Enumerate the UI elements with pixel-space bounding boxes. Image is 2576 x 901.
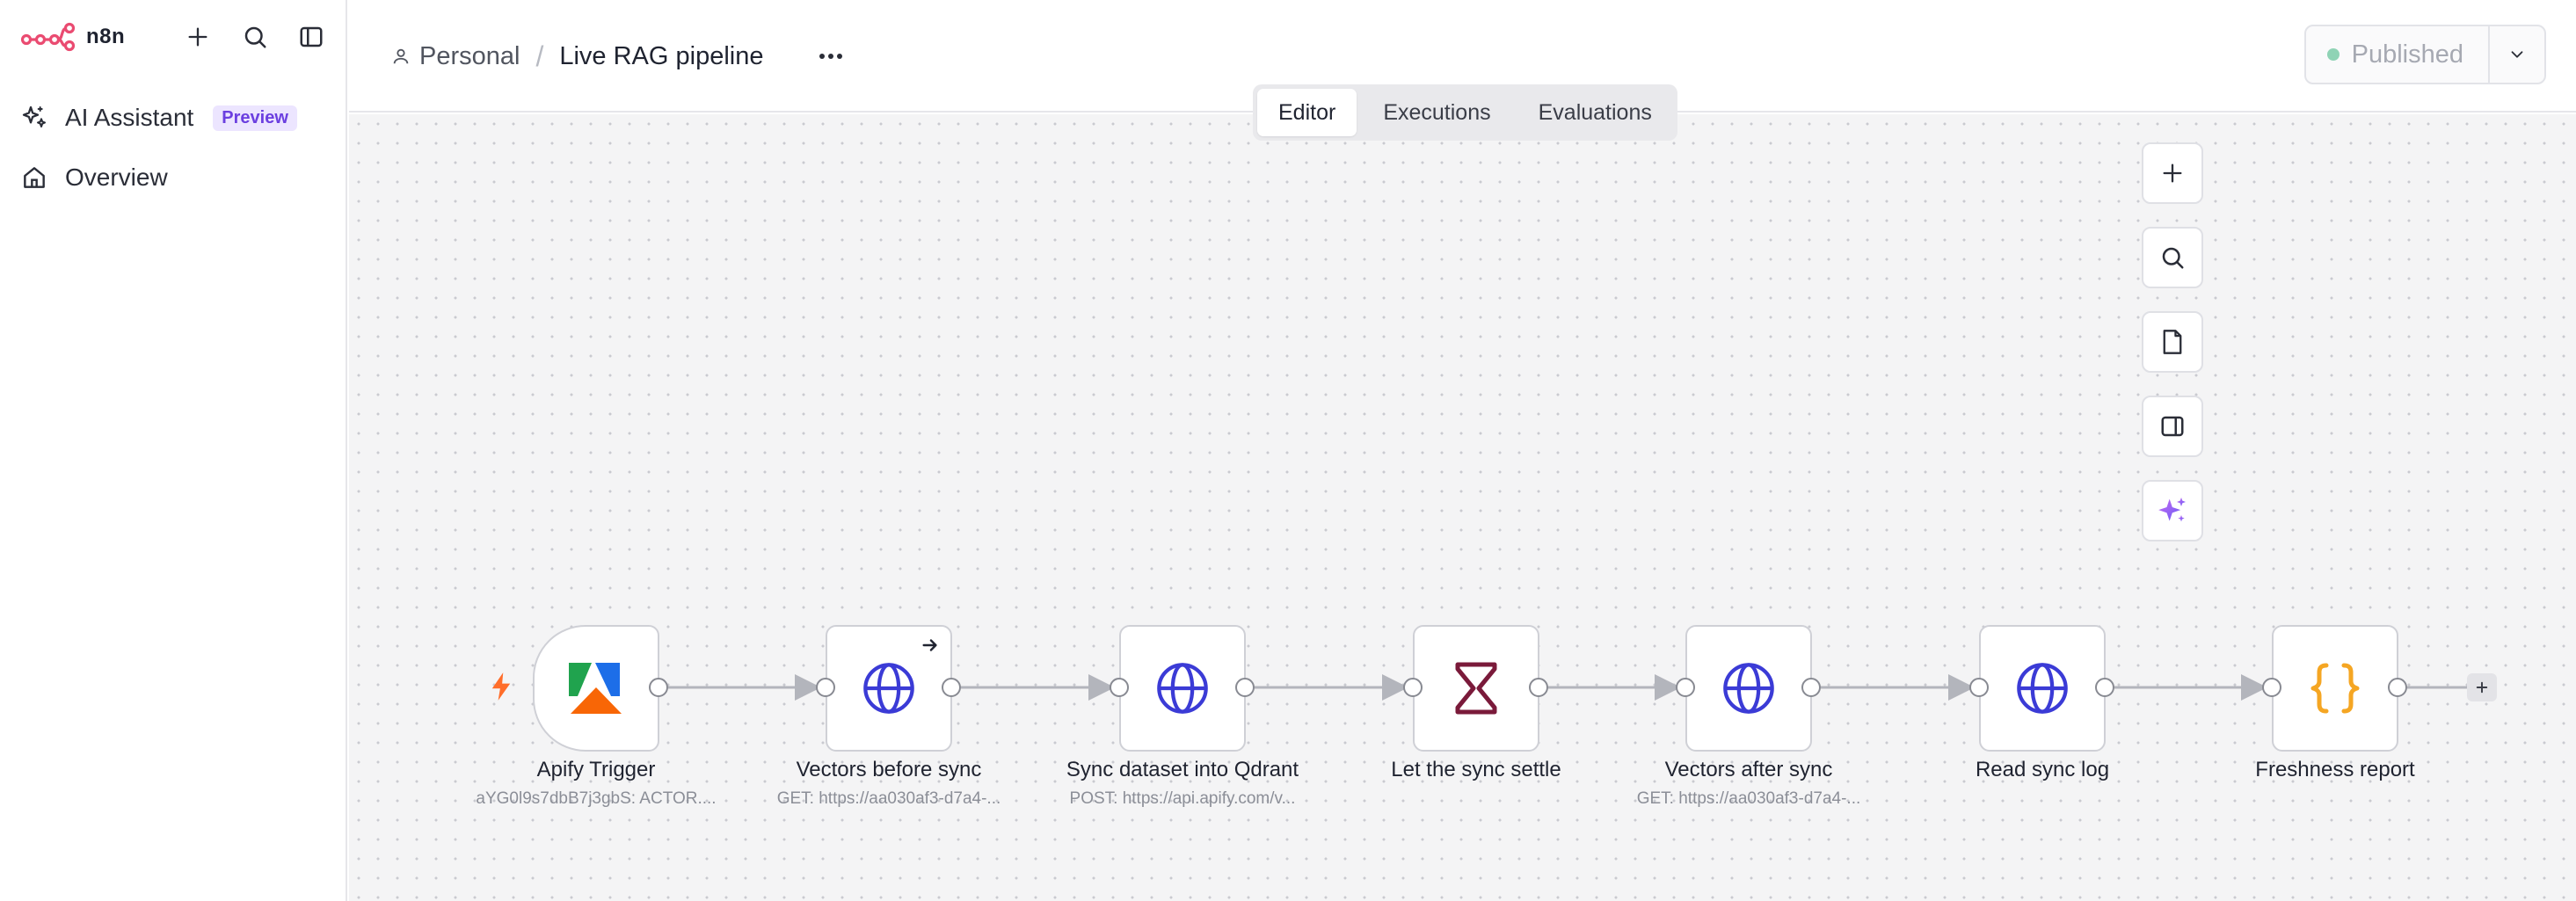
publish-status-dot	[2326, 48, 2340, 61]
user-icon	[393, 48, 409, 64]
preview-badge: Preview	[213, 105, 297, 131]
add-node-panel-button[interactable]	[2142, 142, 2203, 204]
toggle-sidebar-button[interactable]	[294, 19, 329, 54]
sidebar-item-ai-assistant[interactable]: AI Assistant Preview	[19, 98, 297, 137]
home-icon	[19, 163, 49, 193]
sidebar: n8n AI Assistant Preview Overview	[0, 0, 347, 901]
node-label: Freshness report	[2255, 758, 2415, 781]
project-name: Personal	[419, 41, 520, 70]
globe-icon	[1157, 663, 1208, 714]
node-input-handle[interactable]	[1676, 678, 1695, 697]
tab-editor[interactable]: Editor	[1257, 89, 1357, 136]
node-subtitle: POST: https://api.apify.com/v...	[1069, 789, 1296, 808]
node-output-handle[interactable]	[2095, 678, 2114, 697]
search-icon	[244, 26, 266, 48]
node-label: Read sync log	[1975, 758, 2110, 781]
sparkles-icon	[19, 103, 49, 133]
publish-label: Published	[2351, 40, 2463, 69]
more-options-button[interactable]	[813, 39, 848, 74]
hourglass-icon	[1455, 662, 1497, 715]
chevron-down-icon	[2511, 51, 2523, 58]
ellipsis-icon	[819, 54, 842, 59]
globe-icon	[2017, 663, 2068, 714]
plus-icon	[188, 27, 207, 47]
add-button[interactable]	[180, 19, 215, 54]
apify-logo-icon	[569, 663, 622, 714]
brand-name: n8n	[86, 25, 126, 48]
publish-button[interactable]: Published	[2306, 26, 2488, 83]
node-output-handle[interactable]	[942, 678, 961, 697]
view-tabs: Editor Executions Evaluations	[1253, 84, 1677, 141]
globe-icon	[1723, 663, 1774, 714]
sidebar-item-label: Overview	[65, 163, 168, 191]
node-label: Apify Trigger	[536, 758, 656, 781]
breadcrumb-project[interactable]: Personal	[391, 42, 520, 71]
sidebar-item-label: AI Assistant	[65, 104, 194, 131]
publish-control: Published	[2303, 25, 2546, 84]
workflow-canvas[interactable]	[349, 114, 2576, 901]
node-subtitle: GET: https://aa030af3-d7a4-...	[776, 789, 1001, 808]
breadcrumb-separator: /	[535, 40, 544, 72]
node-vectors-after-sync[interactable]	[1685, 625, 1812, 752]
node-apify-trigger[interactable]	[533, 625, 659, 752]
code-braces-icon	[2310, 663, 2360, 714]
sidebar-panel-icon	[300, 26, 323, 47]
trigger-bolt-icon	[491, 672, 511, 701]
node-read-sync-log[interactable]	[1979, 625, 2106, 752]
node-output-handle[interactable]	[649, 678, 668, 697]
node-label: Let the sync settle	[1391, 758, 1561, 781]
node-freshness-report[interactable]	[2272, 625, 2398, 752]
toggle-panel-button[interactable]	[2142, 396, 2203, 457]
sidebar-item-overview[interactable]: Overview	[19, 158, 168, 197]
node-subtitle: GET: https://aa030af3-d7a4-...	[1636, 789, 1861, 808]
search-icon	[2162, 247, 2184, 269]
plus-icon	[2476, 681, 2488, 694]
panel-right-icon	[2161, 416, 2184, 437]
node-output-handle[interactable]	[1235, 678, 1255, 697]
add-sticky-note-button[interactable]	[2142, 311, 2203, 373]
ai-sparkle-icon	[2158, 498, 2186, 522]
globe-icon	[863, 663, 914, 714]
publish-dropdown-button[interactable]	[2488, 26, 2544, 83]
node-input-handle[interactable]	[1403, 678, 1423, 697]
node-subtitle: aYG0l9s7dbB7j3gbS: ACTOR....	[476, 789, 717, 808]
search-nodes-button[interactable]	[2142, 227, 2203, 288]
node-input-handle[interactable]	[1969, 678, 1989, 697]
search-button[interactable]	[237, 19, 273, 54]
workflow-name[interactable]: Live RAG pipeline	[559, 42, 763, 71]
breadcrumb: Personal / Live RAG pipeline	[391, 35, 848, 77]
ask-ai-button[interactable]	[2142, 480, 2203, 541]
node-output-handle[interactable]	[1529, 678, 1548, 697]
tab-executions[interactable]: Executions	[1362, 89, 1511, 136]
node-input-handle[interactable]	[816, 678, 835, 697]
node-output-handle[interactable]	[1801, 678, 1821, 697]
node-vectors-before-sync[interactable]	[826, 625, 952, 752]
node-let-the-sync-settle[interactable]	[1413, 625, 1539, 752]
sticky-note-icon	[2163, 330, 2182, 354]
add-node-button[interactable]	[2467, 673, 2497, 701]
execute-arrow-icon[interactable]	[921, 636, 940, 655]
node-label: Vectors after sync	[1664, 758, 1833, 781]
node-output-handle[interactable]	[2388, 678, 2407, 697]
node-label: Sync dataset into Qdrant	[1066, 758, 1299, 781]
node-sync-dataset-into-qdrant[interactable]	[1119, 625, 1246, 752]
brand[interactable]: n8n	[21, 19, 125, 54]
node-input-handle[interactable]	[1110, 678, 1129, 697]
plus-icon	[2163, 163, 2182, 183]
n8n-logo-icon	[21, 22, 76, 52]
node-input-handle[interactable]	[2262, 678, 2281, 697]
tab-evaluations[interactable]: Evaluations	[1517, 89, 1673, 136]
node-label: Vectors before sync	[796, 758, 982, 781]
